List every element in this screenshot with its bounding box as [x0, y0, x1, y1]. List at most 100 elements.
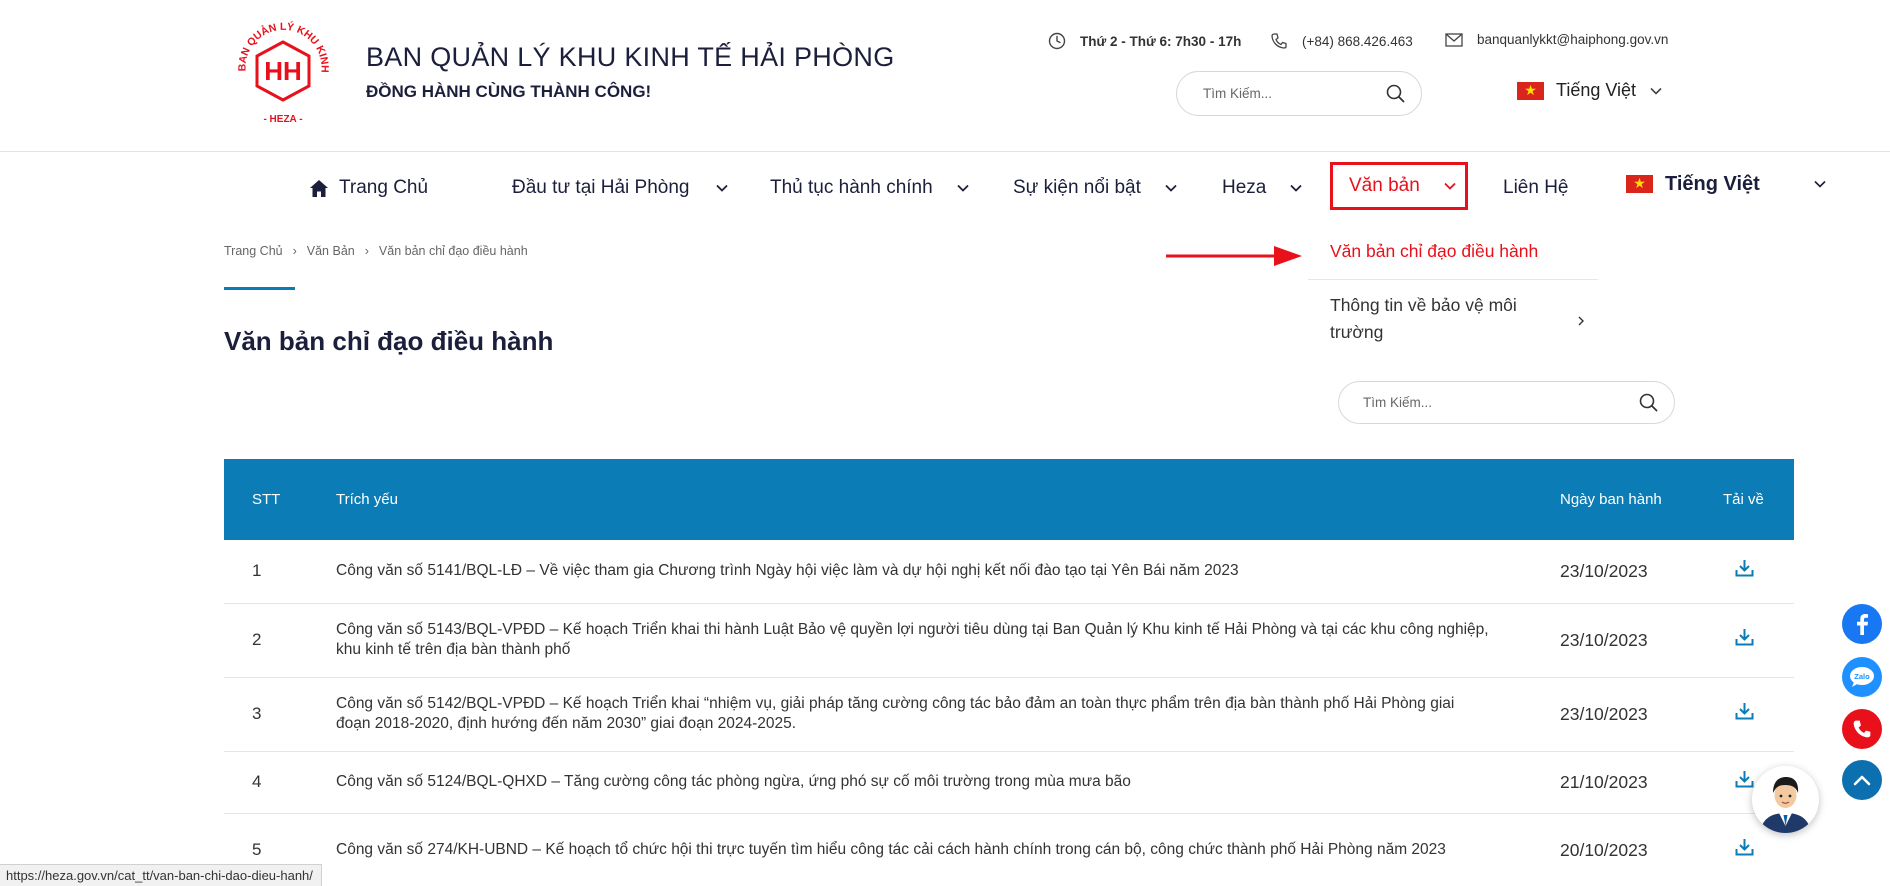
call-button[interactable]: [1842, 709, 1882, 749]
chevron-down-icon: [1444, 182, 1456, 190]
row-stt: 3: [224, 677, 336, 752]
row-issue-date: 20/10/2023: [1560, 813, 1723, 886]
nav-item-contact-label: Liên Hệ: [1503, 177, 1569, 198]
header-language-selector[interactable]: Tiếng Việt: [1517, 80, 1662, 101]
chevron-down-icon: [1290, 184, 1302, 192]
breadcrumb-separator-icon: ›: [364, 244, 369, 258]
breadcrumb: Trang Chủ › Văn Bản › Văn bản chỉ đạo đi…: [224, 244, 528, 258]
search-icon[interactable]: [1639, 393, 1658, 412]
email-contact[interactable]: banquanlykkt@haiphong.gov.vn: [1445, 32, 1668, 47]
column-header-issue-date: Ngày ban hành: [1560, 459, 1723, 540]
office-hours: Thứ 2 - Thứ 6: 7h30 - 17h: [1048, 32, 1241, 50]
vietnam-flag-icon: [1517, 81, 1544, 100]
nav-item-procedures[interactable]: Thủ tục hành chính: [770, 166, 969, 210]
table-row: 5 Công văn số 274/KH-UBND – Kế hoạch tổ …: [224, 813, 1794, 886]
zalo-button[interactable]: Zalo: [1842, 657, 1882, 697]
column-header-summary: Trích yếu: [336, 459, 1560, 540]
nav-item-invest-label: Đầu tư tại Hải Phòng: [512, 177, 690, 198]
chevron-down-icon: [1165, 184, 1177, 192]
breadcrumb-home[interactable]: Trang Chủ: [224, 244, 283, 258]
row-summary-link[interactable]: Công văn số 5143/BQL-VPĐD – Kế hoạch Tri…: [336, 603, 1560, 678]
nav-item-heza-label: Heza: [1222, 177, 1267, 198]
title-accent-bar: [224, 287, 295, 290]
support-agent-avatar[interactable]: [1752, 766, 1819, 833]
phone-text[interactable]: (+84) 868.426.463: [1302, 34, 1413, 49]
header-search-input[interactable]: [1203, 86, 1386, 101]
vietnam-flag-icon: [1626, 174, 1653, 193]
chevron-down-icon: [1814, 180, 1826, 188]
breadcrumb-current: Văn bản chỉ đạo điều hành: [378, 244, 528, 258]
svg-text:- HEZA -: - HEZA -: [263, 114, 302, 125]
row-issue-date: 21/10/2023: [1560, 751, 1723, 814]
row-issue-date: 23/10/2023: [1560, 603, 1723, 678]
table-header-row: STT Trích yếu Ngày ban hành Tải về: [224, 459, 1794, 540]
table-row: 4 Công văn số 5124/BQL-QHXD – Tăng cường…: [224, 751, 1794, 814]
column-header-download: Tải về: [1723, 459, 1794, 540]
dropdown-item-directive-docs-label: Văn bản chỉ đạo điều hành: [1330, 241, 1539, 261]
nav-item-invest[interactable]: Đầu tư tại Hải Phòng: [512, 166, 728, 210]
download-icon[interactable]: [1735, 770, 1754, 794]
column-header-stt: STT: [224, 459, 336, 540]
mail-icon: [1445, 32, 1463, 47]
dropdown-item-environment-info[interactable]: Thông tin về bảo vệ môi trường: [1308, 280, 1598, 358]
download-icon[interactable]: [1735, 838, 1754, 862]
org-slogan: ĐỒNG HÀNH CÙNG THÀNH CÔNG!: [366, 82, 652, 101]
row-summary-link[interactable]: Công văn số 5141/BQL-LĐ – Về việc tham g…: [336, 540, 1560, 604]
facebook-icon: [1857, 614, 1868, 635]
nav-item-procedures-label: Thủ tục hành chính: [770, 177, 933, 198]
heza-logo[interactable]: BAN QUẢN LÝ KHU KINH TẾ HẢI PHÒNG HH - H…: [222, 4, 340, 128]
document-search-input[interactable]: [1363, 395, 1639, 410]
scroll-to-top-button[interactable]: [1842, 760, 1882, 800]
documents-dropdown-menu: Văn bản chỉ đạo điều hành Thông tin về b…: [1308, 226, 1598, 358]
phone-icon: [1853, 720, 1871, 738]
header-divider: [0, 151, 1890, 152]
row-issue-date: 23/10/2023: [1560, 540, 1723, 604]
nav-language-label: Tiếng Việt: [1665, 172, 1760, 195]
nav-item-events-label: Sự kiện nổi bật: [1013, 177, 1141, 198]
download-icon[interactable]: [1735, 628, 1754, 652]
documents-table: STT Trích yếu Ngày ban hành Tải về 1 Côn…: [224, 459, 1794, 886]
nav-item-contact[interactable]: Liên Hệ: [1503, 166, 1569, 210]
home-icon: [310, 179, 328, 197]
page-title: Văn bản chỉ đạo điều hành: [224, 326, 554, 356]
chevron-up-icon: [1853, 775, 1871, 786]
org-name: BAN QUẢN LÝ KHU KINH TẾ HẢI PHÒNG: [366, 42, 895, 72]
nav-item-home-label: Trang Chủ: [339, 177, 429, 198]
phone-contact[interactable]: (+84) 868.426.463: [1270, 32, 1413, 50]
row-stt: 1: [224, 540, 336, 604]
nav-item-documents[interactable]: Văn bản: [1330, 162, 1468, 210]
row-stt: 2: [224, 603, 336, 678]
breadcrumb-documents[interactable]: Văn Bản: [307, 244, 355, 258]
chevron-right-icon: [1578, 316, 1584, 326]
nav-item-home[interactable]: Trang Chủ: [309, 166, 428, 210]
svg-text:HH: HH: [264, 56, 302, 86]
email-text[interactable]: banquanlykkt@haiphong.gov.vn: [1477, 32, 1668, 47]
office-hours-text: Thứ 2 - Thứ 6: 7h30 - 17h: [1080, 33, 1242, 49]
nav-item-events[interactable]: Sự kiện nổi bật: [1013, 166, 1177, 210]
breadcrumb-separator-icon: ›: [292, 244, 297, 258]
document-search-box[interactable]: [1338, 381, 1675, 424]
chevron-down-icon: [1650, 87, 1662, 95]
search-icon[interactable]: [1386, 84, 1405, 103]
clock-icon: [1048, 32, 1066, 50]
row-issue-date: 23/10/2023: [1560, 677, 1723, 752]
nav-item-heza[interactable]: Heza: [1222, 166, 1302, 210]
header-search-box[interactable]: [1176, 71, 1422, 116]
facebook-button[interactable]: [1842, 604, 1882, 644]
svg-text:Zalo: Zalo: [1854, 672, 1870, 681]
row-stt: 4: [224, 751, 336, 814]
table-row: 1 Công văn số 5141/BQL-LĐ – Về việc tham…: [224, 540, 1794, 604]
chevron-down-icon: [715, 184, 728, 192]
annotation-arrow-icon: [1166, 246, 1302, 266]
download-icon[interactable]: [1735, 559, 1754, 583]
row-summary-link[interactable]: Công văn số 5142/BQL-VPĐD – Kế hoạch Tri…: [336, 677, 1560, 752]
row-summary-link[interactable]: Công văn số 274/KH-UBND – Kế hoạch tổ ch…: [336, 813, 1560, 886]
table-row: 3 Công văn số 5142/BQL-VPĐD – Kế hoạch T…: [224, 677, 1794, 752]
dropdown-item-environment-info-label: Thông tin về bảo vệ môi trường: [1330, 295, 1517, 342]
download-icon[interactable]: [1735, 702, 1754, 726]
nav-language-selector[interactable]: Tiếng Việt: [1626, 162, 1826, 206]
browser-status-url: https://heza.gov.vn/cat_tt/van-ban-chi-d…: [0, 864, 322, 886]
dropdown-item-directive-docs[interactable]: Văn bản chỉ đạo điều hành: [1308, 226, 1598, 280]
row-summary-link[interactable]: Công văn số 5124/BQL-QHXD – Tăng cường c…: [336, 751, 1560, 814]
agent-avatar-icon: [1752, 766, 1819, 833]
